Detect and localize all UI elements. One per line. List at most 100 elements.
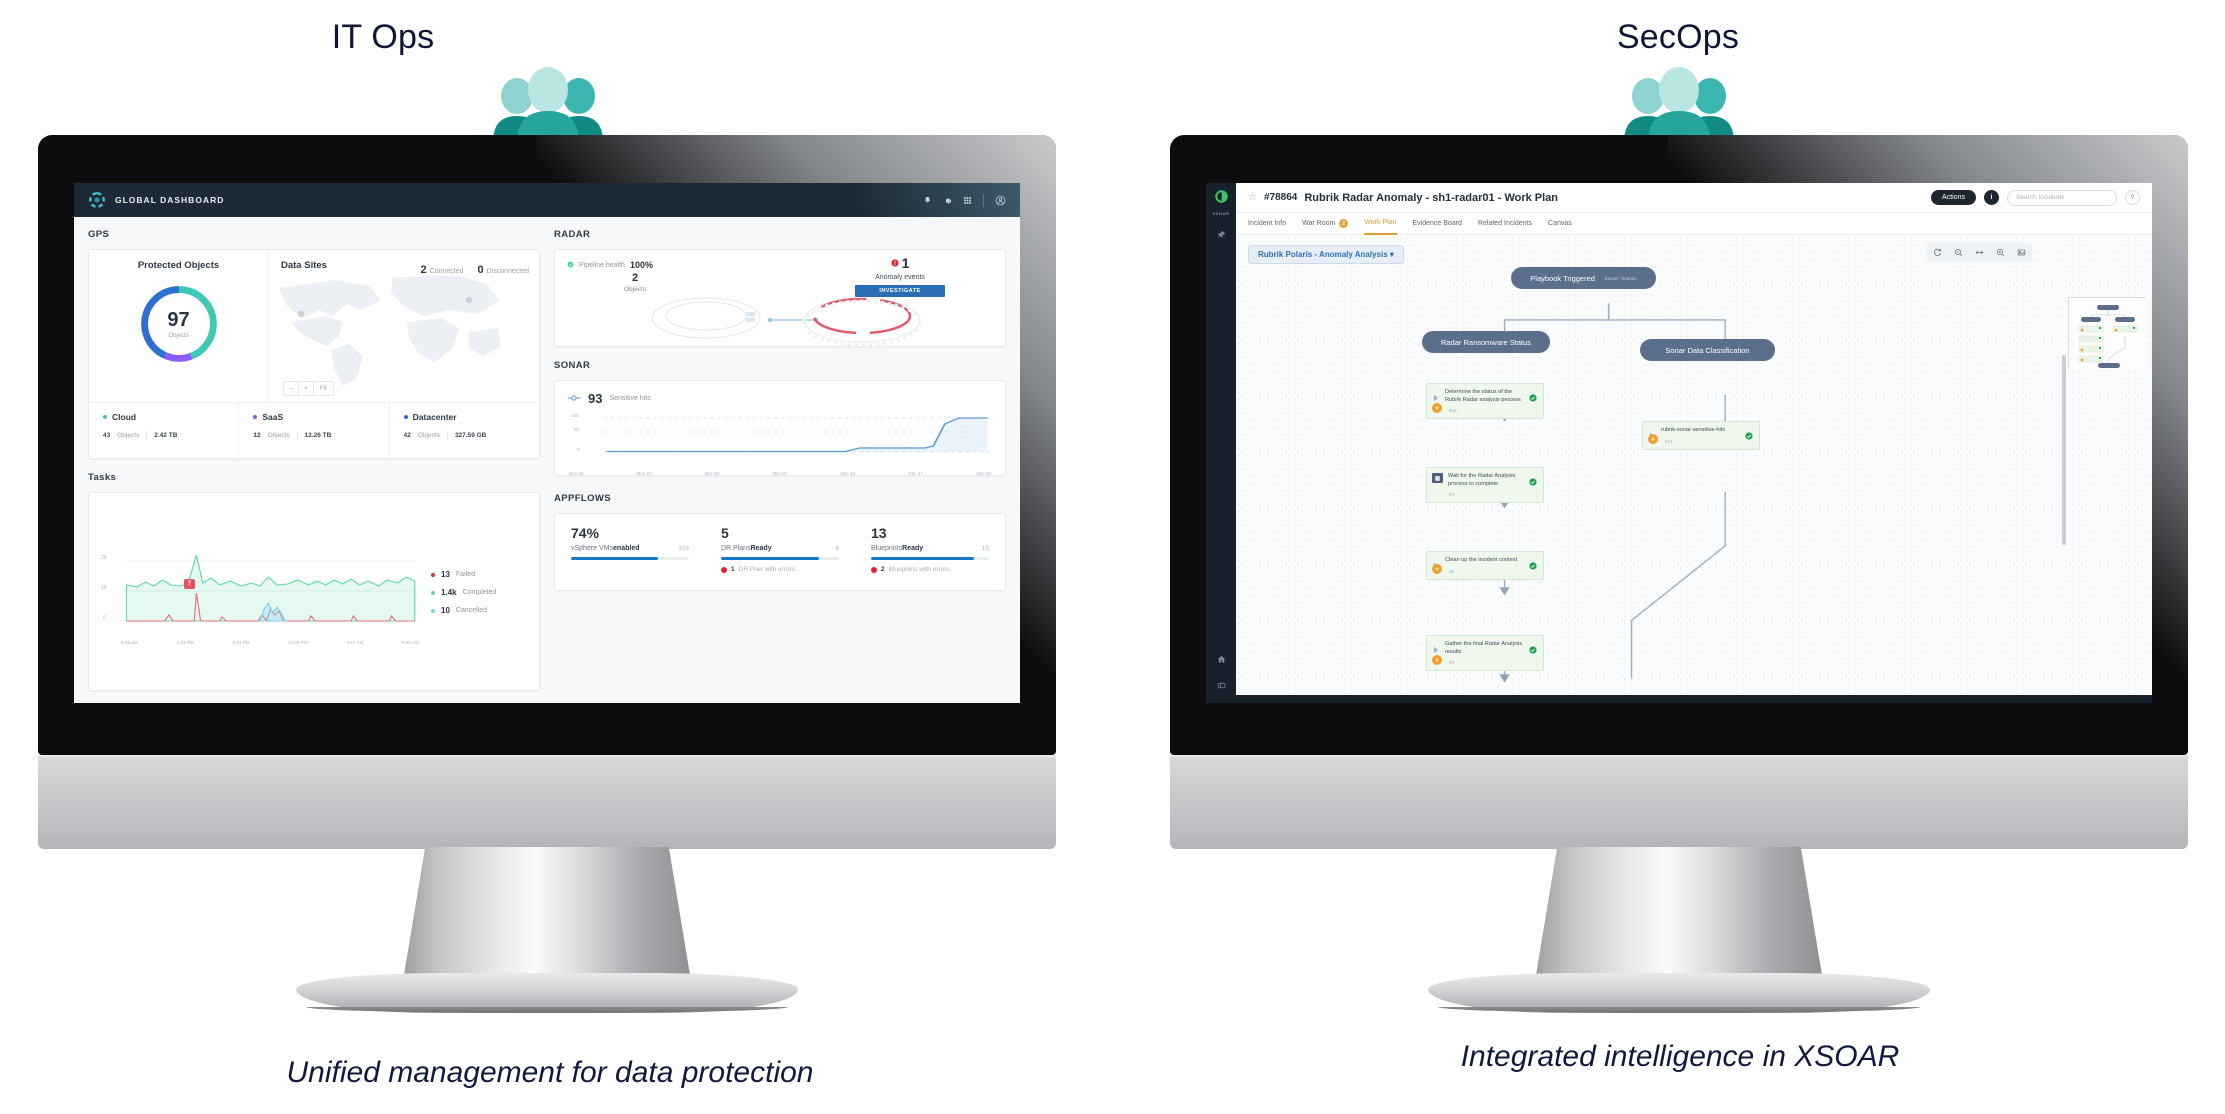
- gps-stats-row: Cloud 43 Objects 2.42 TB SaaS 12 Objects…: [89, 402, 539, 458]
- completed-dot: [431, 590, 435, 595]
- datacenter-label: Datacenter: [412, 412, 457, 422]
- blueprints-error-dot: [871, 566, 877, 573]
- panel-caption-it-ops: Unified management for data protection: [286, 1056, 814, 1089]
- settings-gear-icon[interactable]: [943, 196, 952, 205]
- appflow-dr-plans: 5 DR Plans Ready 6 1 DR Plan with errors: [705, 526, 855, 580]
- tab-war-room[interactable]: War Room 2: [1302, 213, 1349, 235]
- task-card-gather-final-results[interactable]: Gather the final Radar Analysis results …: [1426, 635, 1544, 672]
- monitor-chin-right: [1170, 755, 2188, 849]
- tasks-x-tick-2: 6:21 PM: [232, 639, 250, 645]
- playbook-node-triggered[interactable]: Playbook Triggered Inputs / Outputs: [1511, 267, 1656, 289]
- tab-related-incidents[interactable]: Related Incidents: [1478, 213, 1532, 235]
- tab-incident-info[interactable]: Incident Info: [1248, 213, 1286, 235]
- anomaly-alert-icon: [890, 254, 899, 272]
- tasks-section-label: Tasks: [88, 472, 117, 483]
- header-divider: [983, 193, 984, 207]
- protected-objects-widget: Protected Objects 97 Objects: [89, 250, 269, 402]
- favorite-star-icon[interactable]: ☆: [1248, 192, 1257, 203]
- sonar-y-tick-50: 50: [574, 427, 580, 432]
- dr-plans-progress-bar: [721, 557, 819, 560]
- automation-bolt-icon: [1432, 655, 1442, 666]
- status-complete-icon: [1745, 427, 1753, 440]
- datacenter-objects-label: Objects: [417, 431, 440, 439]
- playbook-canvas[interactable]: Rubrik Polaris - Anomaly Analysis ▾ Play…: [1236, 235, 2152, 695]
- dashboard-column-right: RADAR Pipeline health 100% 2 Objects 1 A…: [554, 229, 1006, 691]
- people-group-icon-left: [483, 62, 613, 142]
- blueprints-label-bold: Ready: [902, 545, 924, 552]
- vsphere-label-bold: enabled: [613, 545, 640, 552]
- blueprints-label: Blueprints: [871, 545, 903, 552]
- anomaly-label: Anomaly events: [875, 274, 925, 281]
- info-button[interactable]: i: [1984, 190, 1999, 205]
- legend-item-completed: 1.4k Completed: [431, 588, 527, 597]
- gps-stat-datacenter: Datacenter 42 Objects 327.59 GB: [390, 403, 539, 458]
- dashboard-column-left: GPS Protected Objects 97 Objects Data Si…: [88, 229, 540, 691]
- map-zoom-in-button[interactable]: +: [299, 382, 314, 395]
- monitor-stand-base-right: [1428, 973, 1930, 1013]
- donut-unit: Objects: [168, 332, 189, 339]
- task-card-wait-for-radar-analysis[interactable]: Wait for the Radar Analysis process to c…: [1426, 467, 1544, 504]
- gps-stat-saas: SaaS 12 Objects 12.26 TB: [239, 403, 390, 458]
- sonar-header: 93 Sensitive hits: [567, 391, 993, 406]
- playbook-minimap[interactable]: [2068, 297, 2147, 370]
- inputs-outputs-label[interactable]: Inputs / Outputs: [1605, 276, 1637, 281]
- task-id: #6: [1449, 569, 1455, 574]
- toggle-sidebar-icon[interactable]: [1217, 677, 1226, 695]
- cloud-label: Cloud: [112, 412, 137, 422]
- map-zoom-out-button[interactable]: –: [284, 382, 299, 395]
- rubrik-app-title: GLOBAL DASHBOARD: [115, 195, 225, 205]
- completed-count: 1.4k: [441, 588, 457, 597]
- failed-count: 13: [441, 570, 450, 579]
- pipeline-health-label: Pipeline health: [579, 261, 625, 269]
- sonar-label: Sensitive hits: [609, 395, 651, 402]
- blueprints-total: 15: [981, 545, 989, 552]
- protected-objects-donut-chart: 97 Objects: [136, 281, 222, 367]
- tab-canvas[interactable]: Canvas: [1548, 213, 1572, 235]
- xsoar-bottom-bar: [1236, 695, 2152, 703]
- tasks-y-tick-20: 20: [101, 554, 107, 561]
- monitor-bezel-right: XSOAR ☆ #78864 Rubrik Radar Anomaly - sh…: [1170, 135, 2188, 755]
- saas-color-dot: [253, 415, 258, 419]
- task-card-clean-up-incident-context[interactable]: Clean up the incident context #6: [1426, 551, 1544, 580]
- task-card-determine-radar-status[interactable]: Determine the status of the Rubrik Radar…: [1426, 383, 1544, 420]
- radar-section-label: RADAR: [554, 229, 591, 240]
- tasks-x-tick-0: 8:45 AM: [121, 639, 138, 645]
- panel-title-it-ops: IT Ops: [331, 18, 435, 56]
- notifications-bell-icon[interactable]: [923, 196, 932, 205]
- investigate-button[interactable]: INVESTIGATE: [855, 285, 945, 297]
- map-zoom-controls[interactable]: – + Fit: [283, 381, 334, 396]
- home-icon[interactable]: [1217, 651, 1226, 669]
- manual-task-icon: [1432, 473, 1443, 483]
- completed-label: Completed: [462, 589, 497, 596]
- cloud-size: 2.42 TB: [154, 431, 178, 439]
- blueprints-value: 13: [871, 525, 887, 541]
- tasks-legend: 13 Failed 1.4k Completed 10 Cancelled: [419, 570, 527, 615]
- pipeline-health-value: 100%: [629, 260, 653, 270]
- pin-icon[interactable]: [1217, 226, 1226, 244]
- tab-evidence-board[interactable]: Evidence Board: [1413, 213, 1462, 235]
- canvas-vertical-scrollbar[interactable]: [2062, 355, 2066, 545]
- search-incidents-input[interactable]: Search Incidents: [2007, 189, 2117, 206]
- appflows-section-label: APPFLOWS: [554, 493, 612, 504]
- monitor-bezel-left: GLOBAL DASHBOARD GPS Protected Objects 9…: [38, 135, 1056, 755]
- user-avatar-icon[interactable]: [995, 195, 1006, 206]
- gps-card: Protected Objects 97 Objects Data Sites …: [88, 249, 540, 459]
- xsoar-sidebar: XSOAR: [1206, 183, 1236, 703]
- task-card-rubrik-sonar-sensitive-hits[interactable]: rubrik-sonar-sensitive-hits #13: [1642, 421, 1760, 450]
- dr-plans-label: DR Plans: [721, 545, 751, 552]
- donut-value: 97: [167, 308, 190, 331]
- blueprints-error-count: 2: [881, 566, 885, 573]
- sonar-x-tick-1: Nov 27: [636, 471, 652, 476]
- appflow-vsphere: 74% vSphere VMs enabled 328: [555, 526, 705, 580]
- apps-grid-icon[interactable]: [963, 196, 972, 205]
- sonar-section-label: SONAR: [554, 360, 591, 371]
- help-button[interactable]: ?: [2125, 190, 2140, 205]
- tab-work-plan[interactable]: Work Plan: [1364, 213, 1397, 235]
- failed-label: Failed: [455, 571, 475, 578]
- map-fit-button[interactable]: Fit: [314, 382, 333, 395]
- rubrik-logo-icon: [88, 191, 106, 209]
- actions-button[interactable]: Actions: [1931, 190, 1976, 205]
- playbook-node-radar-ransomware-status[interactable]: Radar Ransomware Status: [1422, 331, 1550, 353]
- playbook-node-sonar-data-classification[interactable]: Sonar Data Classification: [1640, 339, 1775, 361]
- xsoar-logo-icon: [1214, 189, 1229, 209]
